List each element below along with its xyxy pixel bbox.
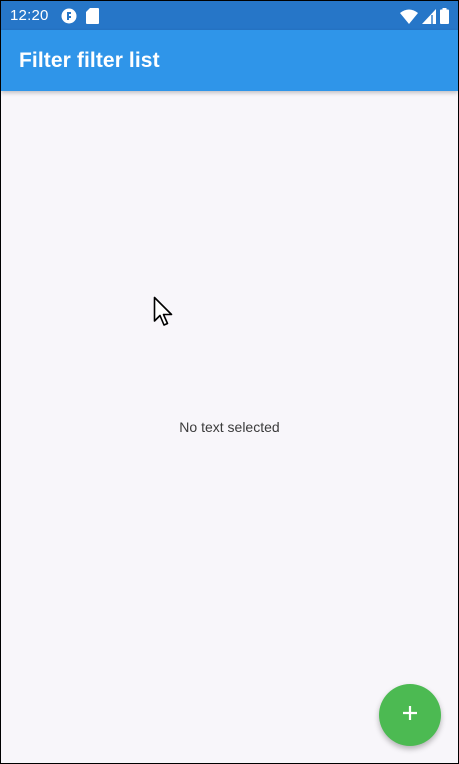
main-content: No text selected — [1, 91, 458, 763]
wifi-icon — [400, 9, 418, 29]
app-bar-title: Filter filter list — [19, 49, 160, 72]
app-notification-icon — [61, 8, 77, 29]
sd-card-icon — [86, 8, 99, 29]
status-time: 12:20 — [10, 7, 49, 24]
add-button[interactable] — [379, 684, 441, 746]
empty-state-message: No text selected — [179, 419, 280, 435]
phone-screen: 12:20 Filter filter list No text selecte… — [0, 0, 459, 764]
status-right-icons — [400, 8, 449, 29]
mouse-pointer-icon — [153, 296, 175, 333]
cell-signal-icon — [422, 8, 436, 29]
plus-icon — [401, 704, 419, 727]
app-bar: Filter filter list — [1, 30, 458, 91]
status-bar: 12:20 — [1, 1, 458, 30]
battery-icon — [440, 8, 449, 29]
status-left-icons — [61, 8, 99, 29]
